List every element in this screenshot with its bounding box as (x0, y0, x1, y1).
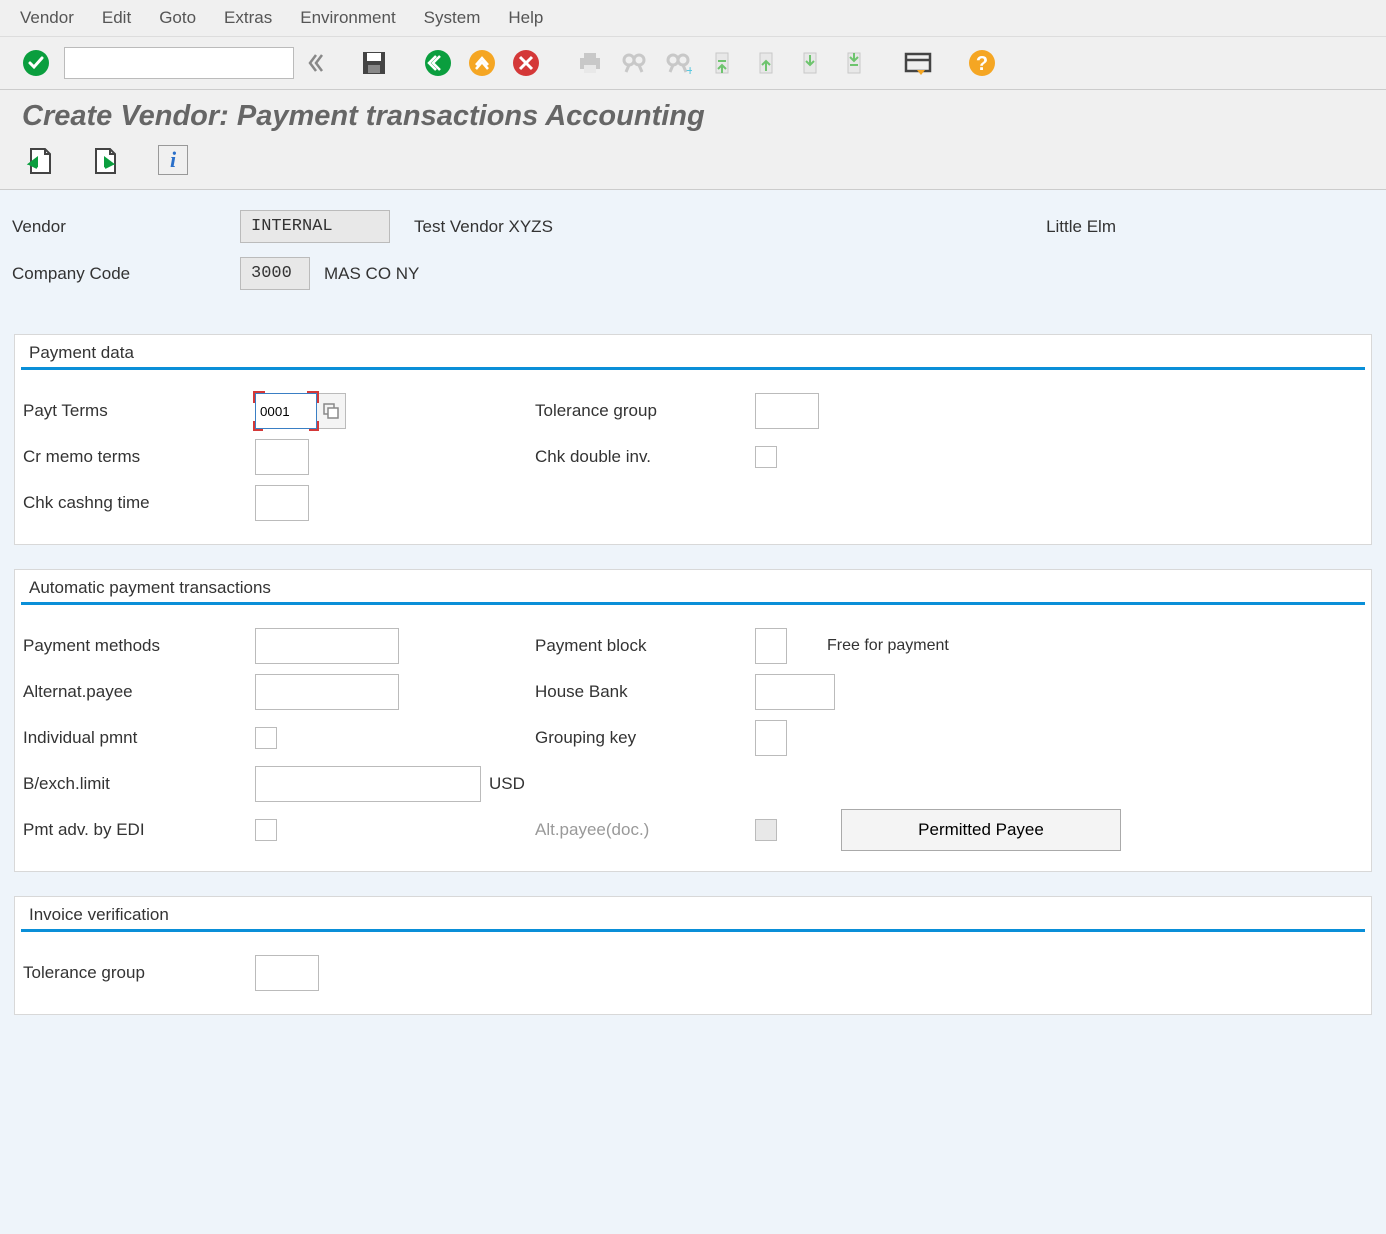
back-icon[interactable] (422, 47, 454, 79)
menubar: Vendor Edit Goto Extras Environment Syst… (0, 0, 1386, 37)
auto-payment-title: Automatic payment transactions (21, 570, 1365, 605)
house-bank-input[interactable] (755, 674, 835, 710)
pmt-adv-edi-label: Pmt adv. by EDI (23, 820, 255, 840)
cancel-icon[interactable] (510, 47, 542, 79)
menu-goto[interactable]: Goto (159, 8, 196, 28)
bexch-currency: USD (489, 774, 525, 794)
alt-payee-doc-label: Alt.payee(doc.) (535, 820, 755, 840)
bexch-limit-label: B/exch.limit (23, 774, 255, 794)
payment-methods-label: Payment methods (23, 636, 255, 656)
payt-terms-f4-icon[interactable] (316, 393, 346, 429)
inv-tolerance-group-input[interactable] (255, 955, 319, 991)
payment-data-group: Payment data Payt Terms Tolerance group … (14, 334, 1372, 545)
payment-block-input[interactable] (755, 628, 787, 664)
auto-payment-group: Automatic payment transactions Payment m… (14, 569, 1372, 872)
cr-memo-terms-label: Cr memo terms (23, 447, 255, 467)
company-code-label: Company Code (10, 264, 240, 284)
pmt-adv-edi-checkbox[interactable] (255, 819, 277, 841)
tolerance-group-label: Tolerance group (535, 401, 755, 421)
last-page-icon[interactable] (838, 47, 870, 79)
svg-text:?: ? (976, 53, 988, 75)
vendor-label: Vendor (10, 217, 240, 237)
new-session-icon[interactable] (902, 47, 934, 79)
chk-cashng-time-label: Chk cashng time (23, 493, 255, 513)
alt-payee-input[interactable] (255, 674, 399, 710)
payment-methods-input[interactable] (255, 628, 399, 664)
chk-cashng-time-input[interactable] (255, 485, 309, 521)
enter-icon[interactable] (20, 47, 52, 79)
vendor-name: Test Vendor XYZS (414, 217, 553, 237)
chk-double-inv-checkbox[interactable] (755, 446, 777, 468)
company-code-value: 3000 (240, 257, 310, 290)
invoice-verification-title: Invoice verification (21, 897, 1365, 932)
menu-environment[interactable]: Environment (300, 8, 395, 28)
first-page-icon[interactable] (706, 47, 738, 79)
payment-data-title: Payment data (21, 335, 1365, 370)
collapse-icon[interactable] (306, 47, 326, 79)
alt-payee-label: Alternat.payee (23, 682, 255, 702)
header-block: Vendor INTERNAL Test Vendor XYZS Little … (0, 190, 1386, 334)
save-icon[interactable] (358, 47, 390, 79)
invoice-verification-group: Invoice verification Tolerance group (14, 896, 1372, 1015)
bexch-limit-input[interactable] (255, 766, 481, 802)
inv-tolerance-group-label: Tolerance group (23, 963, 255, 983)
payt-terms-input[interactable] (256, 394, 316, 428)
action-bar: i (0, 141, 1386, 190)
tolerance-group-input[interactable] (755, 393, 819, 429)
house-bank-label: House Bank (535, 682, 755, 702)
menu-edit[interactable]: Edit (102, 8, 131, 28)
page-title: Create Vendor: Payment transactions Acco… (0, 90, 1386, 141)
payment-block-label: Payment block (535, 636, 755, 656)
print-icon[interactable] (574, 47, 606, 79)
command-field[interactable] (64, 47, 294, 79)
svg-text:+: + (686, 62, 692, 77)
find-icon[interactable] (618, 47, 650, 79)
payment-block-text: Free for payment (827, 637, 949, 655)
prev-page-icon[interactable] (750, 47, 782, 79)
grouping-key-input[interactable] (755, 720, 787, 756)
info-icon[interactable]: i (158, 145, 188, 175)
next-screen-icon[interactable] (90, 145, 122, 177)
payt-terms-label: Payt Terms (23, 401, 255, 421)
alt-payee-doc-checkbox (755, 819, 777, 841)
prev-screen-icon[interactable] (22, 145, 54, 177)
individual-pmnt-label: Individual pmnt (23, 728, 255, 748)
grouping-key-label: Grouping key (535, 728, 755, 748)
vendor-city: Little Elm (1046, 217, 1116, 237)
next-page-icon[interactable] (794, 47, 826, 79)
menu-extras[interactable]: Extras (224, 8, 272, 28)
menu-system[interactable]: System (424, 8, 481, 28)
find-next-icon[interactable]: + (662, 47, 694, 79)
individual-pmnt-checkbox[interactable] (255, 727, 277, 749)
menu-vendor[interactable]: Vendor (20, 8, 74, 28)
company-code-name: MAS CO NY (324, 264, 419, 284)
cr-memo-terms-input[interactable] (255, 439, 309, 475)
toolbar: + ? (0, 37, 1386, 90)
menu-help[interactable]: Help (508, 8, 543, 28)
exit-icon[interactable] (466, 47, 498, 79)
chk-double-inv-label: Chk double inv. (535, 447, 755, 467)
payt-terms-focus (255, 393, 317, 429)
vendor-value: INTERNAL (240, 210, 390, 243)
help-icon[interactable]: ? (966, 47, 998, 79)
permitted-payee-button[interactable]: Permitted Payee (841, 809, 1121, 851)
